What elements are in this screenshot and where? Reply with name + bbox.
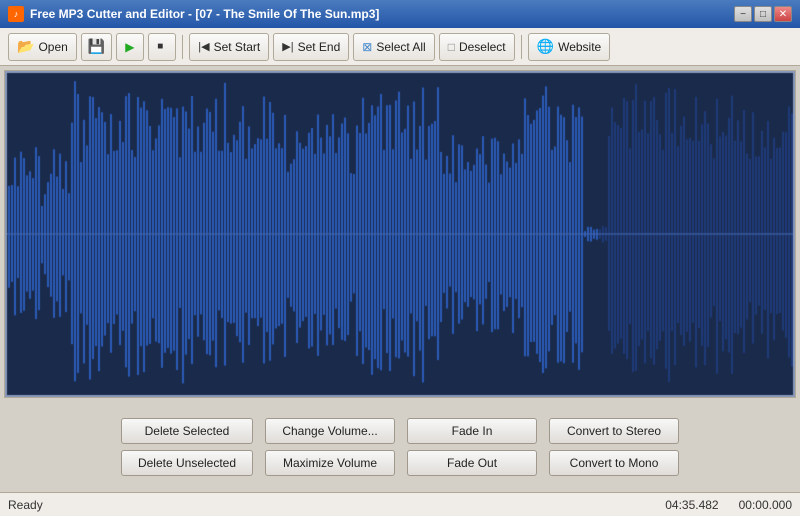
waveform-container <box>4 70 796 398</box>
window-controls: − □ ✕ <box>734 6 792 22</box>
col-delete: Delete Selected Delete Unselected <box>121 418 253 476</box>
fade-in-button[interactable]: Fade In <box>407 418 537 444</box>
website-label: Website <box>558 40 601 54</box>
restore-button[interactable]: □ <box>754 6 772 22</box>
status-position: 00:00.000 <box>739 498 792 512</box>
buttons-area: Delete Selected Delete Unselected Change… <box>0 402 800 492</box>
maximize-volume-button[interactable]: Maximize Volume <box>265 450 395 476</box>
deselect-icon: □ <box>448 40 455 54</box>
waveform-canvas <box>5 71 795 397</box>
stop-icon: ■ <box>157 41 163 52</box>
save-icon: 💾 <box>88 38 105 55</box>
separator-1 <box>182 35 183 59</box>
title-bar: ♪ Free MP3 Cutter and Editor - [07 - The… <box>0 0 800 28</box>
save-button[interactable]: 💾 <box>81 33 112 61</box>
status-duration: 04:35.482 <box>665 498 718 512</box>
close-button[interactable]: ✕ <box>774 6 792 22</box>
play-icon: ▶ <box>125 40 134 54</box>
col-convert: Convert to Stereo Convert to Mono <box>549 418 679 476</box>
window-title: Free MP3 Cutter and Editor - [07 - The S… <box>30 7 379 21</box>
select-all-button[interactable]: ⊠ Select All <box>353 33 434 61</box>
open-button[interactable]: 📂 Open <box>8 33 77 61</box>
deselect-button[interactable]: □ Deselect <box>439 33 515 61</box>
delete-unselected-button[interactable]: Delete Unselected <box>121 450 253 476</box>
status-bar: Ready 04:35.482 00:00.000 <box>0 492 800 516</box>
select-all-label: Select All <box>376 40 425 54</box>
set-end-label: Set End <box>298 40 341 54</box>
delete-selected-button[interactable]: Delete Selected <box>121 418 253 444</box>
stop-button[interactable]: ■ <box>148 33 176 61</box>
deselect-label: Deselect <box>459 40 506 54</box>
separator-2 <box>521 35 522 59</box>
change-volume-button[interactable]: Change Volume... <box>265 418 395 444</box>
minimize-button[interactable]: − <box>734 6 752 22</box>
selectall-icon: ⊠ <box>362 40 372 54</box>
setstart-icon: |◀ <box>198 40 209 53</box>
col-fade: Fade In Fade Out <box>407 418 537 476</box>
fade-out-button[interactable]: Fade Out <box>407 450 537 476</box>
status-ready: Ready <box>8 498 43 512</box>
set-start-button[interactable]: |◀ Set Start <box>189 33 269 61</box>
app-icon: ♪ <box>8 6 24 22</box>
set-end-button[interactable]: ▶| Set End <box>273 33 349 61</box>
website-button[interactable]: 🌐 Website <box>528 33 611 61</box>
col-volume: Change Volume... Maximize Volume <box>265 418 395 476</box>
toolbar: 📂 Open 💾 ▶ ■ |◀ Set Start ▶| Set End ⊠ S… <box>0 28 800 66</box>
globe-icon: 🌐 <box>537 38 554 55</box>
convert-to-mono-button[interactable]: Convert to Mono <box>549 450 679 476</box>
set-start-label: Set Start <box>214 40 261 54</box>
play-button[interactable]: ▶ <box>116 33 144 61</box>
convert-to-stereo-button[interactable]: Convert to Stereo <box>549 418 679 444</box>
status-right: 04:35.482 00:00.000 <box>665 498 792 512</box>
folder-icon: 📂 <box>17 38 34 55</box>
setend-icon: ▶| <box>282 40 293 53</box>
open-label: Open <box>38 40 67 54</box>
